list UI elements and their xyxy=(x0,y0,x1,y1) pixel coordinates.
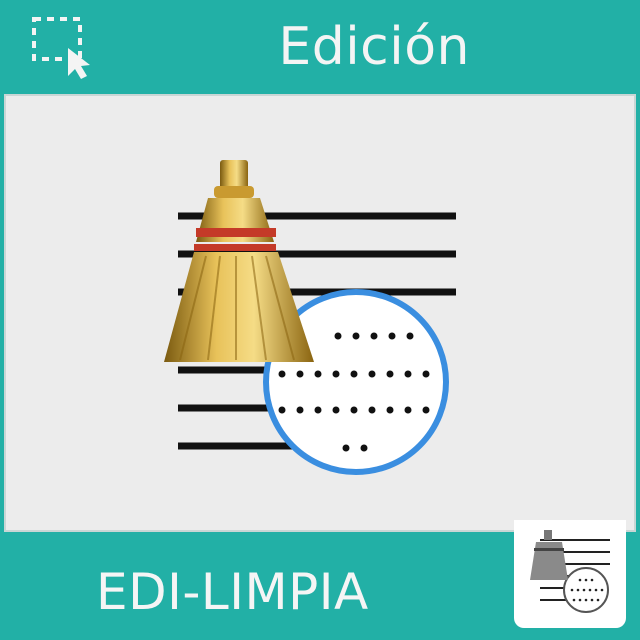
tool-code: EDI-LIMPIA xyxy=(96,563,369,621)
card-header: Edición xyxy=(0,0,640,94)
selection-cursor-icon xyxy=(32,17,90,79)
category-title: Edición xyxy=(278,17,470,77)
tool-card[interactable]: Edición EDI-LIMPIA xyxy=(0,0,640,640)
broom-clean-document-icon xyxy=(530,530,610,613)
icon-panel xyxy=(4,94,636,532)
broom-clean-document-icon xyxy=(164,160,456,475)
thumbnail-tab[interactable] xyxy=(514,520,626,628)
